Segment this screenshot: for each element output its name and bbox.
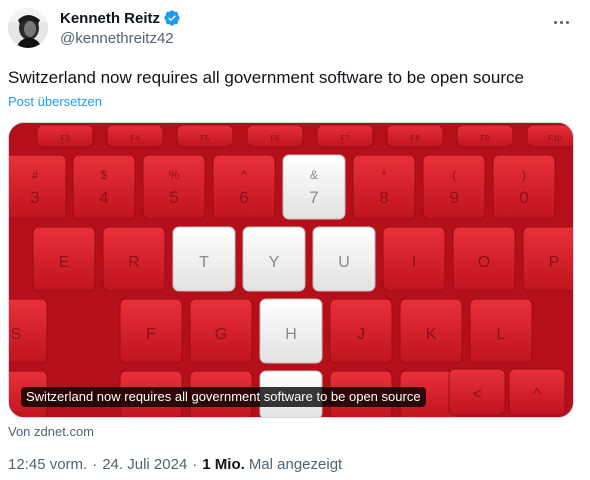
keyboard-key — [212, 154, 276, 220]
keyboard-key-label: F5 — [200, 134, 210, 143]
keyboard-key-label: F10 — [548, 134, 562, 143]
keyboard-key-label: ^ — [533, 386, 541, 403]
keyboard-key-label: T — [199, 254, 209, 271]
views-count: 1 Mio. — [202, 456, 245, 473]
keyboard-key-label: F6 — [270, 134, 280, 143]
more-horizontal-icon-dot — [559, 20, 563, 24]
keyboard-key-label: ( — [452, 168, 456, 182]
keyboard-key-label: 0 — [519, 188, 528, 207]
meta-separator: · — [192, 456, 198, 473]
author-name[interactable]: Kenneth Reitz — [60, 10, 160, 27]
keyboard-key-label: ^ — [241, 168, 247, 182]
keyboard-key-label: F8 — [410, 134, 420, 143]
keyboard-key-label: * — [382, 168, 387, 182]
keyboard-key-label: $ — [101, 168, 108, 182]
tweet-header: Kenneth Reitz @kennethreitz42 — [8, 8, 578, 56]
keyboard-key-label: 4 — [99, 188, 108, 207]
tweet-time[interactable]: 12:45 vorm. — [8, 456, 87, 473]
keyboard-key-label: Y — [269, 254, 280, 271]
more-horizontal-icon-dot — [553, 20, 557, 24]
keyboard-key-label: O — [478, 254, 490, 271]
keyboard-key-label: E — [59, 254, 70, 271]
translate-post-link[interactable]: Post übersetzen — [8, 94, 102, 109]
card-caption: Switzerland now requires all government … — [21, 387, 426, 407]
author-name-row: Kenneth Reitz — [60, 8, 181, 28]
author-identity: Kenneth Reitz @kennethreitz42 — [60, 8, 181, 56]
link-card[interactable]: F3 F4 F5 F6 F7 F8 F9 F10 #3 $4% 5 ^ 6 & 7 * 8 (9) 0 E R T Y U I O… — [8, 122, 574, 418]
verified-badge-icon[interactable] — [163, 9, 181, 27]
keyboard-key-label: < — [472, 386, 481, 403]
keyboard-key-label: P — [549, 254, 560, 271]
author-avatar[interactable] — [8, 8, 48, 48]
more-horizontal-icon-dot — [565, 20, 569, 24]
tweet: Kenneth Reitz @kennethreitz42 Switzerlan… — [0, 0, 590, 480]
keyboard-key-label: R — [128, 254, 140, 271]
card-source[interactable]: Von zdnet.com — [8, 424, 94, 439]
keyboard-key-label: & — [310, 168, 318, 182]
keyboard-key-label: 8 — [379, 188, 388, 207]
tweet-meta: 12:45 vorm. · 24. Juli 2024 · 1 Mio. Mal… — [8, 456, 342, 473]
keyboard-key-label: 6 — [239, 188, 248, 207]
keyboard-key-label: 7 — [309, 188, 318, 207]
keyboard-key-label: J — [357, 326, 365, 343]
keyboard-key-label: 9 — [449, 188, 458, 207]
keyboard-key-label: F — [146, 326, 156, 343]
keyboard-key-label: U — [338, 254, 350, 271]
keyboard-key-label: K — [426, 326, 437, 343]
keyboard-key-label: ) — [522, 168, 526, 182]
keyboard-key — [492, 154, 556, 220]
keyboard-key-label: G — [215, 326, 227, 343]
keyboard-key — [352, 154, 416, 220]
avatar-photo-icon — [8, 8, 48, 48]
keyboard-key-label: % — [169, 168, 180, 182]
keyboard-key-label: F3 — [60, 134, 70, 143]
keyboard-key — [142, 154, 206, 220]
keyboard-swiss-flag-image: F3 F4 F5 F6 F7 F8 F9 F10 #3 $4% 5 ^ 6 & 7 * 8 (9) 0 E R T Y U I O… — [9, 123, 573, 417]
more-options-button[interactable] — [544, 10, 578, 34]
keyboard-key-label: I — [412, 254, 416, 271]
keyboard-key-label: F9 — [480, 134, 490, 143]
keyboard-key-label: H — [285, 326, 297, 343]
tweet-date[interactable]: 24. Juli 2024 — [102, 456, 187, 473]
keyboard-key — [72, 154, 136, 220]
keyboard-key-label: L — [497, 326, 506, 343]
meta-separator: · — [92, 456, 98, 473]
keyboard-key — [422, 154, 486, 220]
views-label: Mal angezeigt — [248, 456, 343, 473]
keyboard-key-label: S — [11, 326, 22, 343]
keyboard-key-label: # — [32, 168, 39, 182]
keyboard-key-label: 3 — [30, 188, 39, 207]
keyboard-key — [282, 154, 346, 220]
keyboard-key-label: F7 — [340, 134, 350, 143]
keyboard-key-label: F4 — [130, 134, 140, 143]
keyboard-key — [9, 154, 67, 220]
author-handle[interactable]: @kennethreitz42 — [60, 30, 181, 47]
keyboard-key-label: 5 — [169, 188, 178, 207]
tweet-text: Switzerland now requires all government … — [8, 68, 524, 87]
